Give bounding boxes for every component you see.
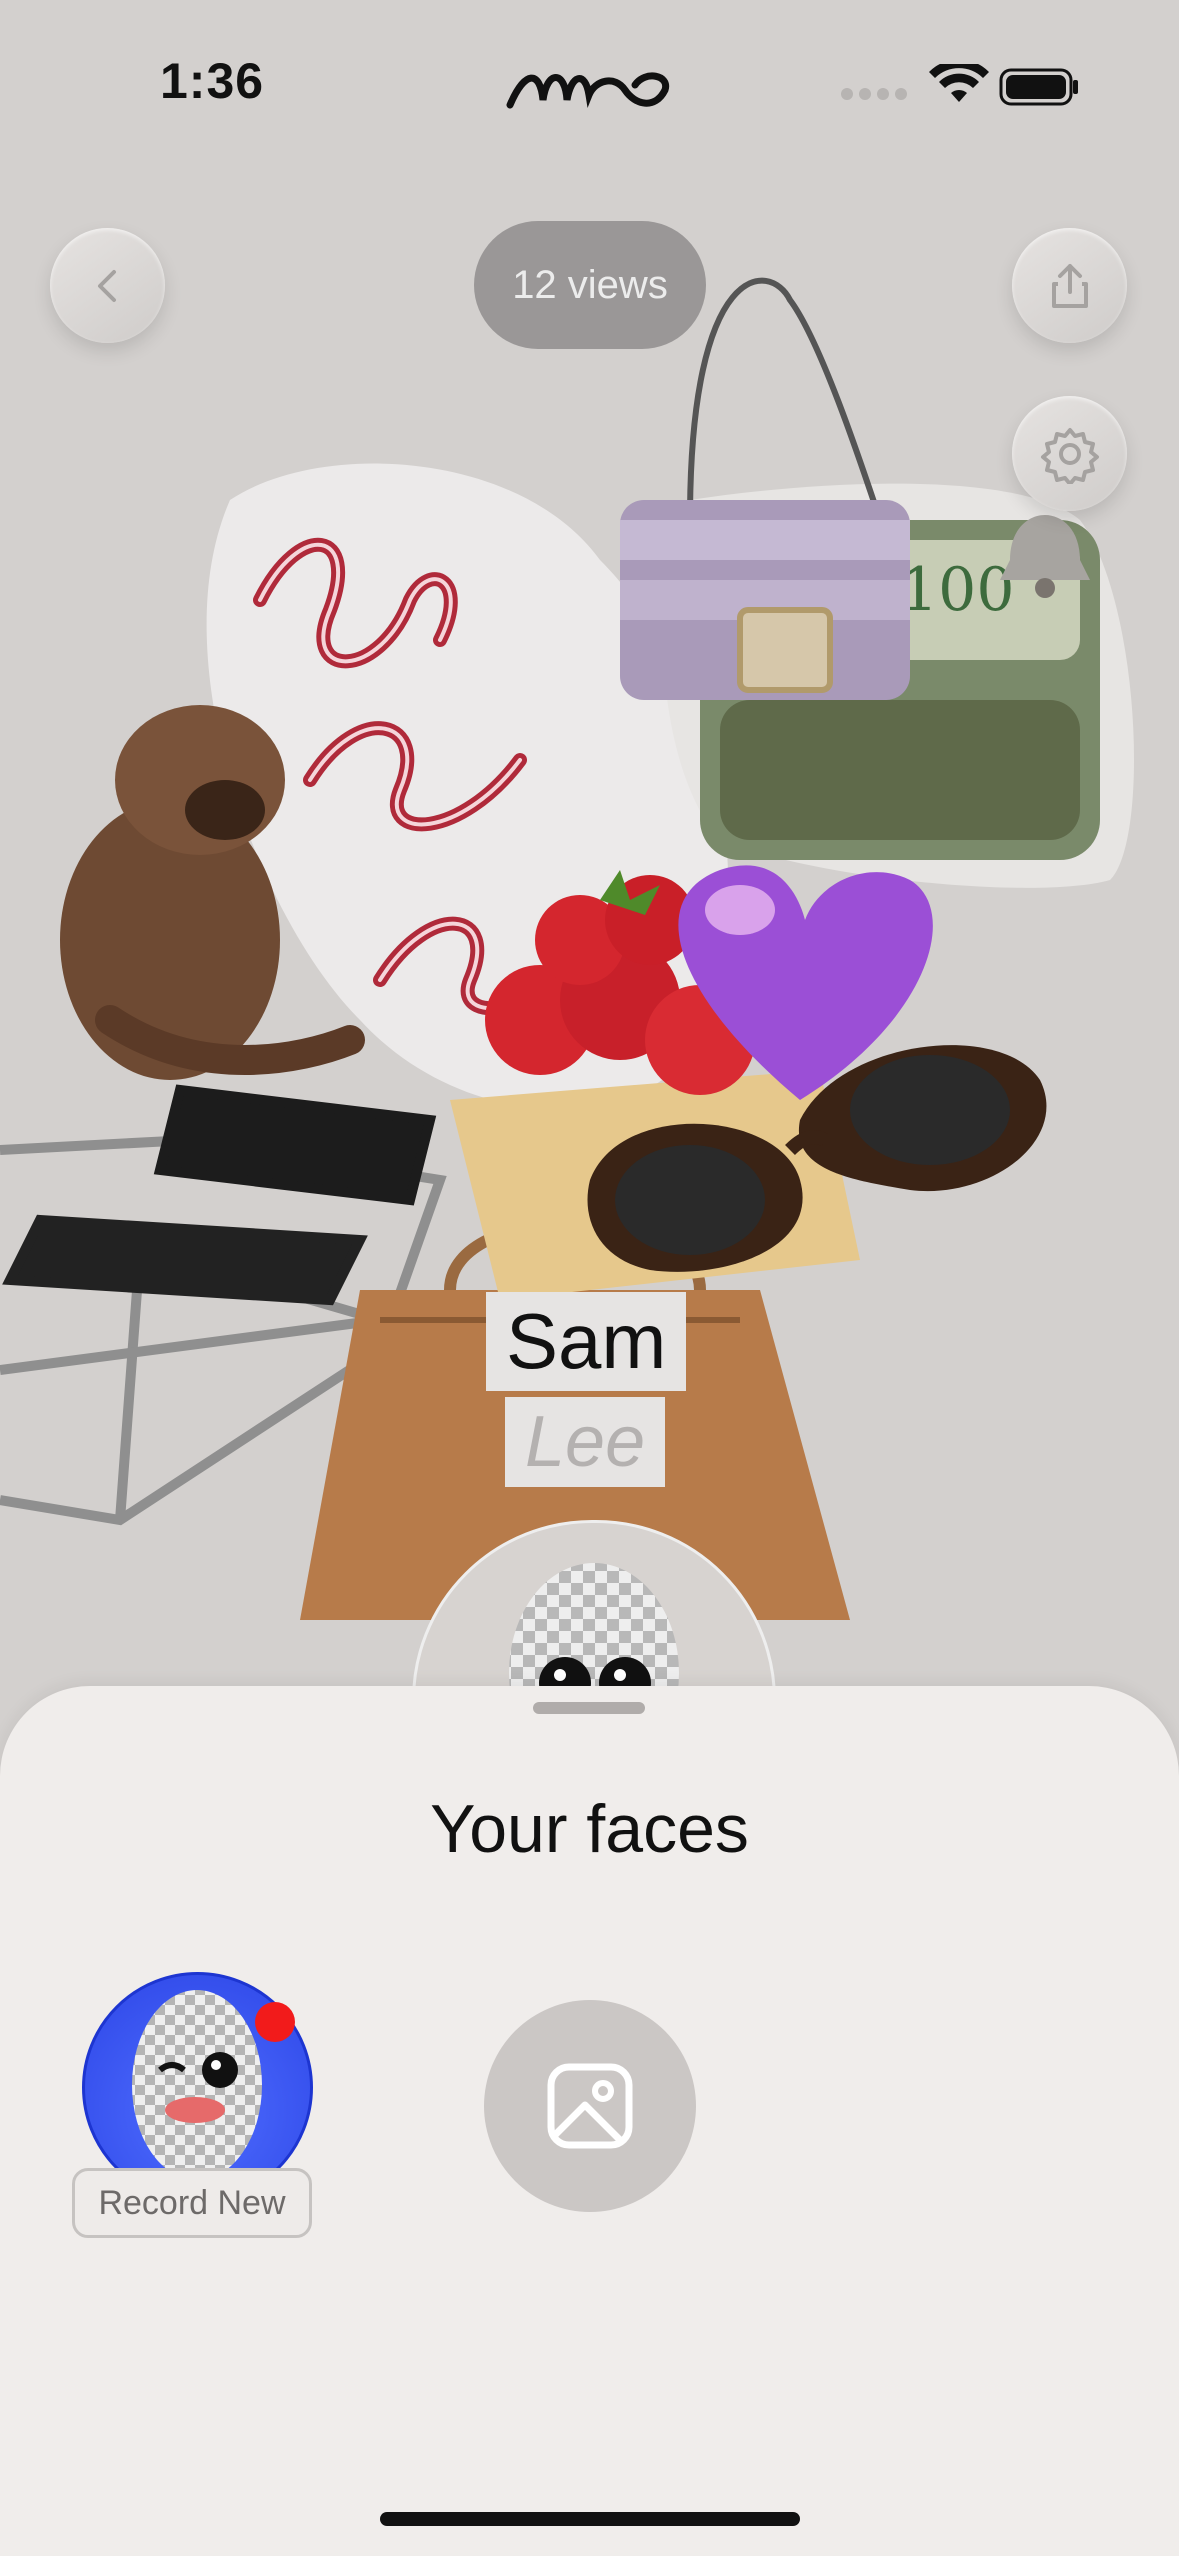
settings-button[interactable] bbox=[1012, 396, 1127, 511]
gear-icon bbox=[1040, 427, 1099, 484]
wifi-icon bbox=[929, 59, 989, 102]
profile-last-name: Lee bbox=[505, 1397, 666, 1487]
svg-text:100: 100 bbox=[900, 555, 1015, 625]
app-logo bbox=[505, 55, 675, 130]
image-icon bbox=[547, 2063, 633, 2149]
new-badge-dot bbox=[255, 2002, 295, 2042]
sheet-drag-handle[interactable] bbox=[533, 1702, 645, 1714]
back-button[interactable] bbox=[50, 228, 165, 343]
status-time: 1:36 bbox=[160, 53, 265, 109]
profile-first-name: Sam bbox=[486, 1292, 687, 1391]
gallery-button[interactable] bbox=[484, 2000, 696, 2212]
signal-icon bbox=[841, 88, 907, 100]
home-indicator[interactable] bbox=[380, 2512, 800, 2526]
chevron-left-icon bbox=[97, 269, 116, 302]
views-count: 12 views bbox=[474, 221, 706, 349]
battery-icon bbox=[999, 68, 1078, 106]
share-icon bbox=[1051, 263, 1088, 308]
status-icons bbox=[839, 59, 1079, 115]
share-button[interactable] bbox=[1012, 228, 1127, 343]
record-new-button[interactable]: Record New bbox=[72, 2168, 312, 2238]
sheet-title: Your faces bbox=[430, 1791, 749, 1867]
